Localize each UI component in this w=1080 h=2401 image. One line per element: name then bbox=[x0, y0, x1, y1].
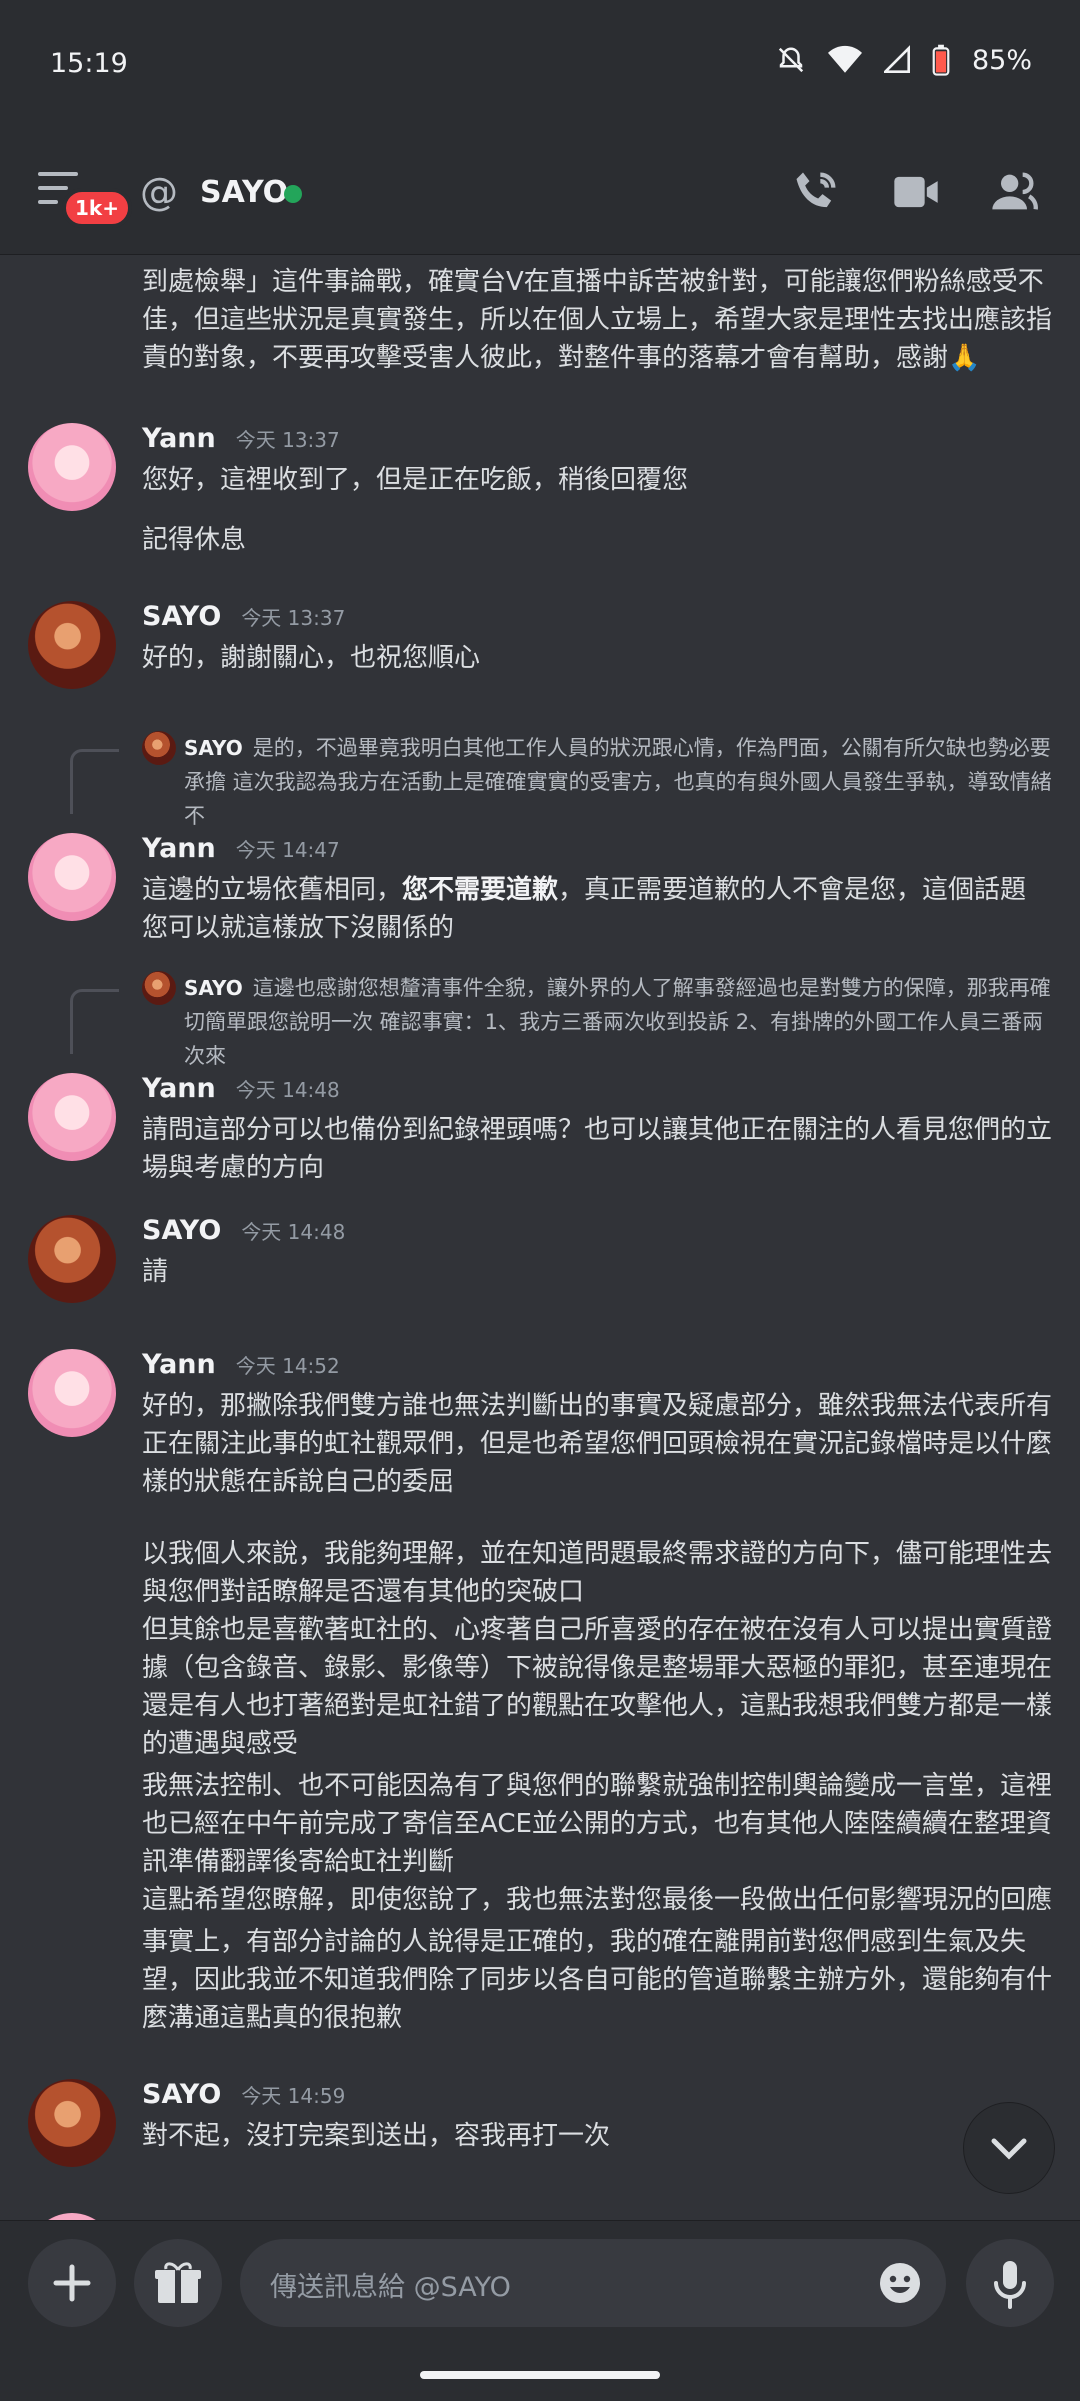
author-name[interactable]: Yann bbox=[142, 1349, 216, 1380]
message-body: 對不起，沒打完案到送出，容我再打一次 bbox=[142, 2121, 611, 2151]
voice-message-button[interactable] bbox=[966, 2239, 1054, 2327]
reply-connector bbox=[70, 749, 119, 814]
at-sign-icon: @ bbox=[140, 170, 178, 214]
reply-connector bbox=[70, 989, 119, 1054]
plus-icon bbox=[53, 2264, 91, 2302]
voice-call-icon[interactable] bbox=[790, 166, 842, 218]
jump-to-bottom-button[interactable] bbox=[963, 2102, 1055, 2194]
message-body: 您好，這裡收到了，但是正在吃飯，稍後回覆您 bbox=[142, 465, 689, 495]
timestamp: 今天 13:37 bbox=[235, 428, 340, 452]
microphone-icon bbox=[994, 2261, 1026, 2309]
battery-icon bbox=[932, 44, 950, 76]
channel-header: 1k+ @ SAYO bbox=[0, 130, 1080, 255]
message-body: 記得休息 bbox=[142, 525, 247, 555]
author-name[interactable]: SAYO bbox=[142, 2079, 221, 2110]
avatar[interactable] bbox=[28, 601, 116, 689]
avatar[interactable] bbox=[28, 423, 116, 511]
reply-author: SAYO bbox=[184, 976, 243, 1000]
member-list-icon[interactable] bbox=[988, 166, 1040, 218]
bold-text: 您不需要道歉 bbox=[402, 875, 559, 905]
gift-icon bbox=[155, 2262, 201, 2303]
message-body: 好的，謝謝關心，也祝您順心 bbox=[142, 643, 481, 673]
reply-author: SAYO bbox=[184, 736, 243, 760]
reply-avatar bbox=[142, 971, 176, 1005]
author-name[interactable]: Yann bbox=[142, 423, 216, 454]
message-composer: 傳送訊息給 @SAYO bbox=[0, 2220, 1080, 2401]
online-status-dot bbox=[284, 185, 302, 203]
message-body: 這點希望您瞭解，即使您說了，我也無法對您最後一段做出任何影響現況的回應 bbox=[142, 1885, 1053, 1915]
avatar[interactable] bbox=[28, 1349, 116, 1437]
reply-avatar bbox=[142, 731, 176, 765]
message-body: 請問這部分可以也備份到紀錄裡頭嗎？也可以讓其他正在關注的人看見您們的立場與考慮的… bbox=[142, 1115, 1053, 1183]
mute-bell-icon bbox=[778, 47, 804, 73]
author-name[interactable]: SAYO bbox=[142, 601, 221, 632]
reply-reference[interactable]: SAYO 是的，不過畢竟我明白其他工作人員的狀況跟心情，作為門面，公關有所欠缺也勢… bbox=[70, 731, 1052, 828]
home-indicator[interactable] bbox=[420, 2371, 660, 2379]
timestamp: 今天 13:37 bbox=[241, 606, 346, 630]
wifi-icon bbox=[827, 45, 862, 73]
reply-reference[interactable]: SAYO 這邊也感謝您想釐清事件全貌，讓外界的人了解事發經過也是對雙方的保障，那我… bbox=[70, 971, 1052, 1068]
avatar[interactable] bbox=[28, 2213, 116, 2220]
timestamp: 今天 14:59 bbox=[241, 2084, 346, 2108]
chevron-down-icon bbox=[991, 2138, 1027, 2160]
message-body: 以我個人來說，我能夠理解，並在知道問題最終需求證的方向下，儘可能理性去與您們對話… bbox=[142, 1539, 1053, 1607]
message-body: 事實上，有部分討論的人說得是正確的，我的確在離開前對您們感到生氣及失望，因此我並… bbox=[142, 1927, 1053, 2033]
message-body: 好的，那撇除我們雙方誰也無法判斷出的事實及疑慮部分，雖然我無法代表所有正在關注此… bbox=[142, 1391, 1053, 1497]
add-attachment-button[interactable] bbox=[28, 2239, 116, 2327]
reply-preview: 是的，不過畢竟我明白其他工作人員的狀況跟心情，作為門面，公關有所欠缺也勢必要承擔… bbox=[184, 736, 1052, 828]
message-body: 請 bbox=[142, 1257, 169, 1287]
message-body: 這邊的立場依舊相同，您不需要道歉，真正需要道歉的人不會是您，這個話題您可以就這樣… bbox=[142, 875, 1027, 943]
author-name[interactable]: Yann bbox=[142, 833, 216, 864]
timestamp: 今天 14:48 bbox=[235, 1078, 340, 1102]
message-body: 但其餘也是喜歡著虹社的、心疼著自己所喜愛的存在被在沒有人可以提出實質證據（包含錄… bbox=[142, 1615, 1053, 1759]
message-list[interactable]: 到處檢舉」這件事論戰，確實台V在直播中訴苦被針對，可能讓您們粉絲感受不佳，但這些… bbox=[0, 255, 1080, 2220]
avatar[interactable] bbox=[28, 833, 116, 921]
timestamp: 今天 14:48 bbox=[241, 1220, 346, 1244]
video-call-icon[interactable] bbox=[890, 166, 942, 218]
emoji-icon[interactable] bbox=[876, 2259, 924, 2307]
gift-button[interactable] bbox=[134, 2239, 222, 2327]
unread-badge: 1k+ bbox=[62, 188, 132, 228]
avatar[interactable] bbox=[28, 1215, 116, 1303]
reply-preview: 這邊也感謝您想釐清事件全貌，讓外界的人了解事發經過也是對雙方的保障，那我再確切簡… bbox=[184, 976, 1051, 1068]
signal-icon bbox=[883, 45, 910, 73]
message-body: 我無法控制、也不可能因為有了與您們的聯繫就強制控制輿論變成一言堂，這裡也已經在中… bbox=[142, 1771, 1053, 1877]
author-name[interactable]: Yann bbox=[142, 1073, 216, 1104]
avatar[interactable] bbox=[28, 2079, 116, 2167]
author-name[interactable]: SAYO bbox=[142, 1215, 221, 1246]
avatar[interactable] bbox=[28, 1073, 116, 1161]
battery-percent: 85% bbox=[971, 44, 1032, 76]
timestamp: 今天 14:52 bbox=[235, 1354, 340, 1378]
message-input[interactable]: 傳送訊息給 @SAYO bbox=[240, 2239, 946, 2327]
message-input-placeholder: 傳送訊息給 @SAYO bbox=[270, 2272, 511, 2303]
dm-recipient-name[interactable]: SAYO bbox=[200, 175, 288, 210]
message-body: 到處檢舉」這件事論戰，確實台V在直播中訴苦被針對，可能讓您們粉絲感受不佳，但這些… bbox=[142, 267, 1053, 373]
status-time: 15:19 bbox=[50, 48, 128, 79]
timestamp: 今天 14:47 bbox=[235, 838, 340, 862]
status-bar: 15:19 85% bbox=[0, 0, 1080, 130]
